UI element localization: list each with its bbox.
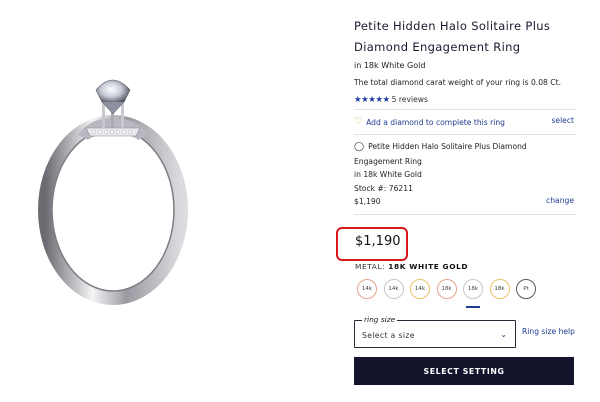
selected-swatch-indicator — [466, 306, 480, 308]
ring-size-value: Select a size — [362, 331, 415, 340]
ring-size-label: ring size — [362, 315, 398, 324]
summary-metal: in 18k White Gold — [354, 170, 422, 179]
metal-swatch-2[interactable]: 14k — [410, 279, 430, 299]
divider — [354, 109, 576, 110]
reviews-link[interactable]: 5 reviews — [392, 95, 428, 104]
metal-label-row: METAL: 18K WHITE GOLD — [355, 262, 468, 271]
metal-swatch-0[interactable]: 14k — [357, 279, 377, 299]
carat-weight-note: The total diamond carat weight of your r… — [354, 78, 561, 87]
select-diamond-link[interactable]: select — [551, 116, 574, 125]
divider — [354, 214, 576, 215]
metal-swatch-3[interactable]: 18k — [436, 279, 457, 299]
rating-row[interactable]: ★★★★★ 5 reviews — [354, 94, 428, 105]
ring-size-help-link[interactable]: Ring size help — [522, 327, 575, 336]
metal-selected-value: 18K WHITE GOLD — [388, 262, 469, 271]
ring-icon: ◯ — [354, 142, 365, 152]
ring-size-select[interactable]: ring size Select a size ⌄ — [354, 315, 516, 348]
metal-swatch-1[interactable]: 14k — [383, 279, 404, 299]
summary-name-line: ◯ Petite Hidden Halo Solitaire Plus Diamo… — [354, 140, 576, 168]
metal-swatch-4[interactable]: 18k — [463, 279, 483, 299]
chevron-down-icon: ⌄ — [500, 330, 507, 339]
summary-name: Petite Hidden Halo Solitaire Plus Diamon… — [354, 142, 527, 166]
summary-stock: Stock #: 76211 — [354, 183, 413, 193]
metal-swatch-6[interactable]: Pt — [516, 279, 536, 299]
add-diamond-link[interactable]: Add a diamond to complete this ring — [366, 118, 505, 127]
price: $1,190 — [355, 234, 401, 249]
divider — [354, 134, 576, 135]
product-title: Petite Hidden Halo Solitaire Plus Diamon… — [354, 19, 551, 54]
product-metal: in 18k White Gold — [354, 61, 426, 70]
summary-price: $1,190 — [354, 197, 381, 206]
metal-label: METAL: — [355, 262, 386, 271]
heart-icon: ♡ — [354, 117, 363, 127]
change-link[interactable]: change — [546, 196, 574, 205]
product-image — [18, 40, 228, 310]
metal-swatches: 14k 14k 14k 18k 18k 18k Pt — [357, 279, 547, 308]
star-rating-icon: ★★★★★ — [354, 94, 390, 105]
setting-summary: ◯ Petite Hidden Halo Solitaire Plus Diamo… — [354, 140, 576, 209]
metal-swatch-5[interactable]: 18k — [489, 279, 510, 299]
add-diamond-row[interactable]: ♡ Add a diamond to complete this ring se… — [354, 116, 576, 128]
select-setting-button[interactable]: SELECT SETTING — [354, 357, 574, 385]
